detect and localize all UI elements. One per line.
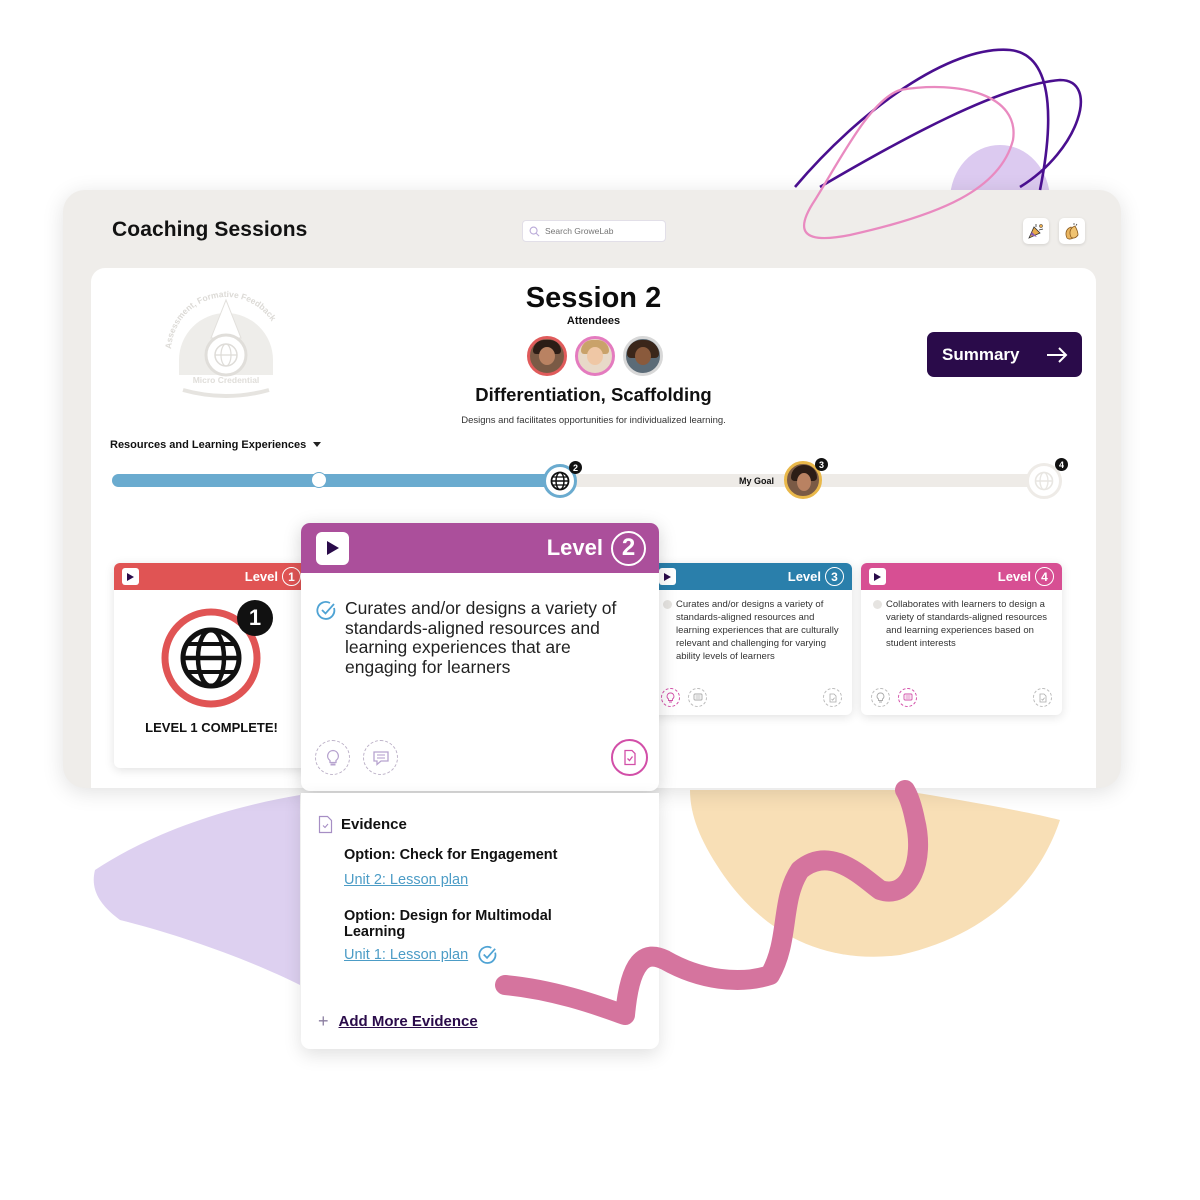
milestone-level-2[interactable]: 2	[543, 461, 582, 498]
level-3-header: Level 3	[651, 563, 852, 590]
comment-button[interactable]	[898, 688, 917, 707]
comment-button[interactable]	[363, 740, 398, 775]
progress-track-fill	[112, 474, 560, 487]
clapping-hands-icon	[1065, 223, 1079, 240]
comment-icon	[372, 750, 389, 766]
level-complete-text: LEVEL 1 COMPLETE!	[145, 720, 278, 735]
purple-scribble-loop	[819, 78, 1083, 189]
level-3-description: Curates and/or designs a variety of stan…	[676, 599, 839, 662]
party-popper-icon	[1028, 224, 1044, 239]
competency-title: Differentiation, Scaffolding	[475, 384, 712, 405]
level-complete-medal: 1	[161, 600, 273, 708]
category-dropdown[interactable]: Resources and Learning Experiences	[110, 439, 322, 451]
peach-brush-stroke	[690, 790, 1060, 957]
level-2-header: Level 2	[301, 523, 659, 573]
session-title: Session 2	[525, 282, 662, 314]
level-4-header: Level 4	[861, 563, 1062, 590]
document-check-icon	[829, 693, 836, 702]
tip-button[interactable]	[871, 688, 890, 707]
search-icon	[529, 226, 540, 236]
evidence-link[interactable]: Unit 1: Lesson plan	[344, 945, 498, 965]
evidence-button[interactable]	[611, 739, 648, 776]
level-4-card[interactable]: Level 4 Collaborates with learners to des…	[861, 563, 1062, 715]
play-video-button[interactable]	[869, 568, 886, 585]
document-check-icon	[318, 815, 333, 834]
plus-icon: +	[318, 1011, 329, 1031]
milestone-number: 4	[1055, 458, 1068, 471]
avatar[interactable]	[527, 336, 567, 376]
search-input[interactable]	[543, 225, 657, 237]
comment-button[interactable]	[688, 688, 707, 707]
play-video-button[interactable]	[659, 568, 676, 585]
level-label: Level	[244, 569, 278, 584]
lightbulb-icon	[666, 692, 675, 703]
play-video-button[interactable]	[316, 531, 349, 565]
evidence-heading: Evidence	[341, 816, 407, 833]
evidence-panel: Evidence Option: Check for Engagement Un…	[301, 793, 659, 1049]
evidence-link[interactable]: Unit 2: Lesson plan	[344, 872, 468, 888]
caret-down-icon	[313, 442, 322, 447]
applaud-button[interactable]	[1059, 218, 1085, 244]
add-more-evidence-label: Add More Evidence	[338, 1013, 478, 1030]
evidence-button[interactable]	[1033, 688, 1052, 707]
level-4-description: Collaborates with learners to design a v…	[886, 599, 1048, 649]
globe-icon	[550, 471, 570, 491]
lightbulb-icon	[326, 749, 339, 765]
comment-icon	[693, 693, 702, 700]
document-check-icon	[1039, 693, 1046, 702]
comment-icon	[903, 693, 912, 700]
purple-scribble-loop	[794, 48, 1050, 191]
document-check-icon	[623, 749, 636, 766]
level-number: 3	[825, 567, 844, 586]
progress-slider-handle[interactable]	[311, 472, 327, 488]
unchecked-indicator[interactable]	[663, 600, 672, 609]
milestone-number: 3	[815, 458, 828, 471]
level-1-header: Level 1	[114, 563, 309, 590]
evidence-link-text[interactable]: Unit 1: Lesson plan	[344, 947, 468, 963]
evidence-option-title: Option: Check for Engagement	[344, 847, 558, 863]
arrow-right-icon	[1047, 346, 1068, 363]
avatar[interactable]	[623, 336, 663, 376]
competency-description: Designs and facilitates opportunities fo…	[461, 415, 726, 426]
search-box[interactable]	[522, 220, 666, 242]
summary-button[interactable]: Summary	[927, 332, 1082, 377]
play-icon	[127, 572, 134, 581]
level-2-card[interactable]: Level 2 Curates and/or designs a variety …	[301, 523, 659, 791]
verified-check-icon	[478, 945, 497, 964]
level-number: 1	[282, 567, 301, 586]
summary-button-label: Summary	[942, 344, 1020, 364]
celebrate-button[interactable]	[1023, 218, 1049, 244]
goal-label: My Goal	[739, 476, 775, 486]
tip-button[interactable]	[661, 688, 680, 707]
play-video-button[interactable]	[122, 568, 139, 585]
tip-button[interactable]	[315, 740, 350, 775]
unchecked-indicator[interactable]	[873, 600, 882, 609]
level-number: 2	[611, 530, 646, 566]
play-icon	[326, 541, 339, 555]
check-circle-icon[interactable]	[316, 600, 337, 621]
level-number: 4	[1035, 567, 1054, 586]
evidence-button[interactable]	[823, 688, 842, 707]
attendee-avatars	[527, 336, 663, 376]
play-icon	[664, 572, 671, 581]
globe-icon	[1034, 471, 1054, 491]
avatar[interactable]	[575, 336, 615, 376]
level-label: Level	[546, 535, 603, 560]
lightbulb-icon	[876, 692, 885, 703]
level-badge-number: 1	[237, 600, 273, 636]
level-2-description: Curates and/or designs a variety of stan…	[345, 598, 617, 677]
evidence-link-text[interactable]: Unit 2: Lesson plan	[344, 872, 468, 888]
level-3-card[interactable]: Level 3 Curates and/or designs a variety …	[651, 563, 852, 715]
lavender-brush-stroke	[93, 795, 300, 985]
level-label: Level	[997, 569, 1031, 584]
play-icon	[874, 572, 881, 581]
category-dropdown-label: Resources and Learning Experiences	[110, 439, 307, 451]
attendees-label: Attendees	[566, 315, 621, 327]
level-1-card[interactable]: Level 1 1 LEVEL 1 COMPLETE!	[114, 563, 309, 768]
add-more-evidence-button[interactable]: + Add More Evidence	[318, 1011, 478, 1032]
milestone-number: 2	[569, 461, 582, 474]
level-label: Level	[787, 569, 821, 584]
evidence-option-title: Option: Design for Multimodal Learning	[344, 908, 552, 940]
app-title: Coaching Sessions	[112, 218, 308, 241]
